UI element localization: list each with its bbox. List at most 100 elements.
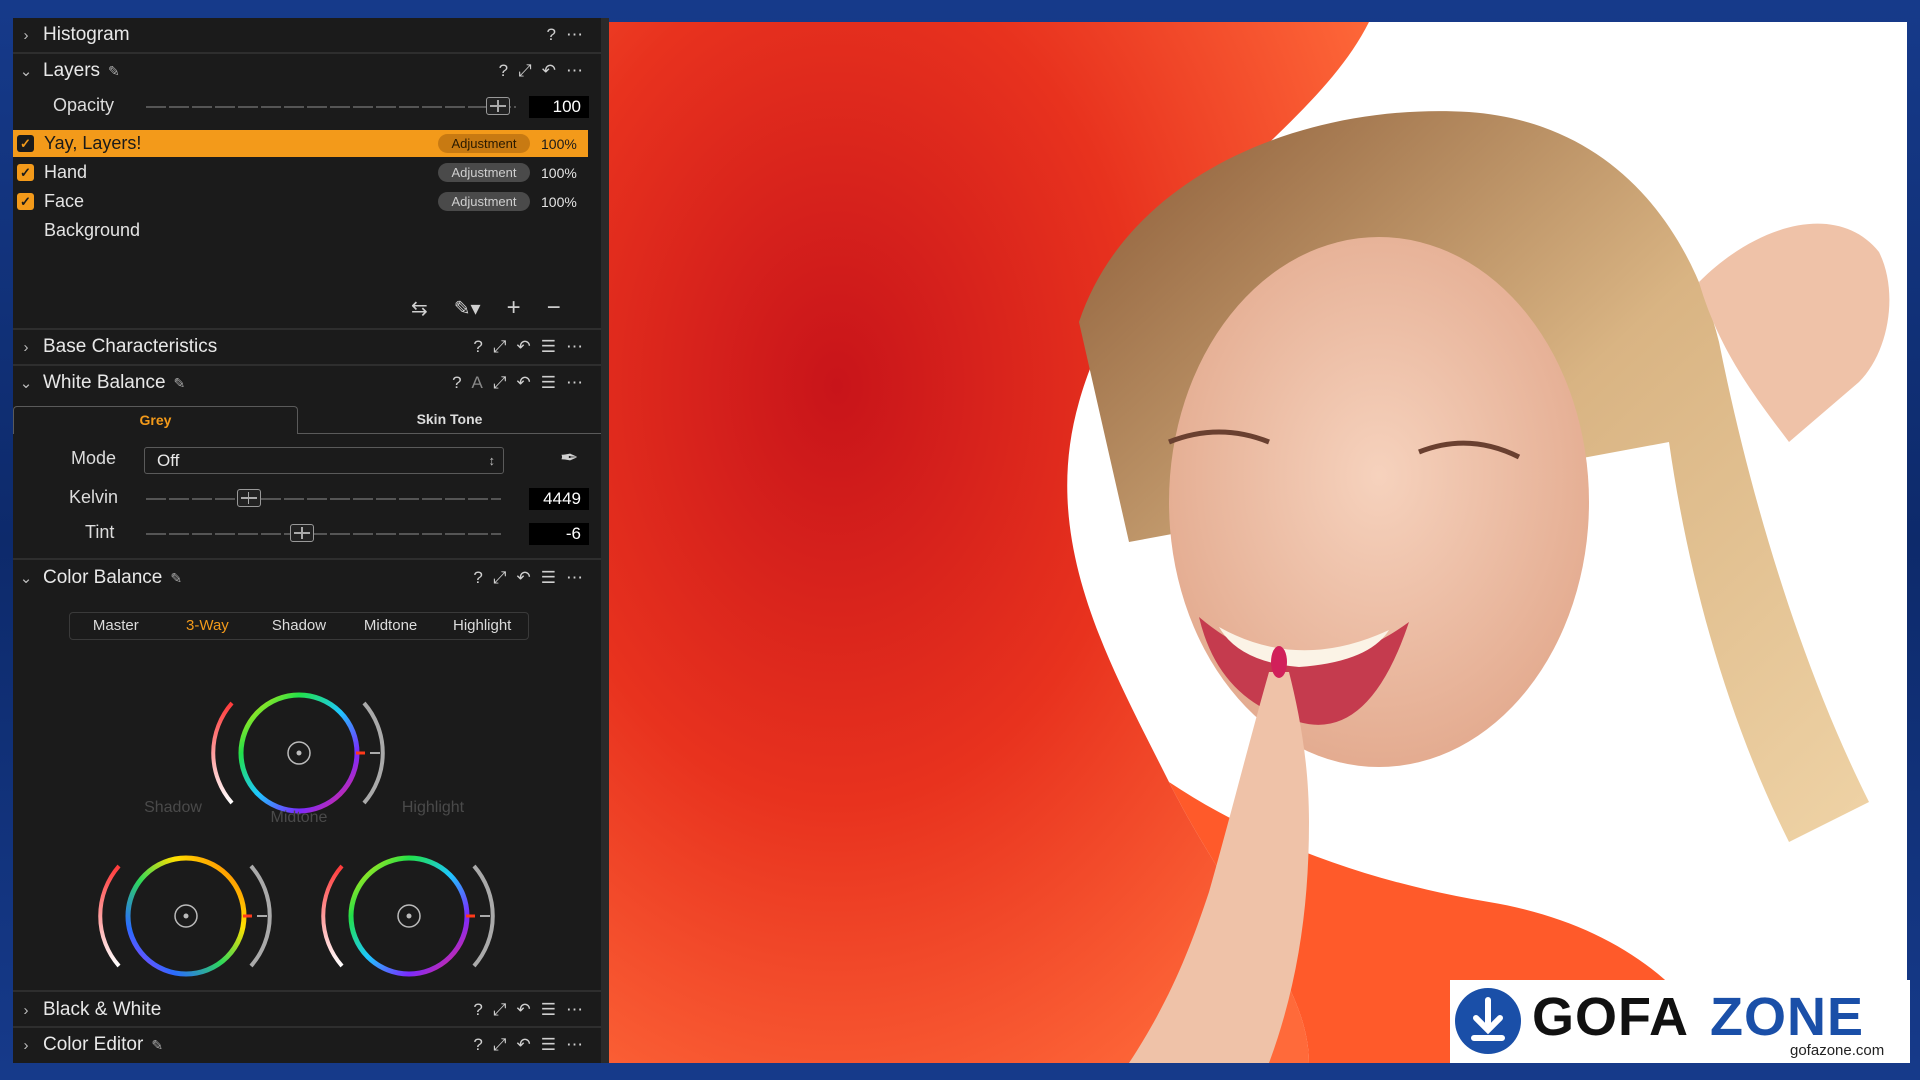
list-icon[interactable]: ☰ (541, 568, 556, 588)
base-characteristics-header[interactable]: › Base Characteristics ? ⤢ ↶ ☰ ⋯ (13, 330, 601, 364)
more-icon[interactable]: ⋯ (566, 61, 583, 81)
black-white-title: Black & White (43, 999, 162, 1020)
checkbox-icon[interactable]: ✓ (17, 164, 34, 181)
layer-name: Background (44, 220, 141, 240)
white-balance-tabs: Grey Skin Tone (13, 406, 601, 434)
base-characteristics-title: Base Characteristics (43, 336, 218, 357)
black-white-header[interactable]: › Black & White ? ⤢ ↶ ☰ ⋯ (13, 993, 601, 1027)
layers-header[interactable]: ⌄ Layers ✎ ? ⤢ ↶ ⋯ (13, 54, 601, 88)
layer-row-hand[interactable]: ✓ Hand Adjustment 100% (13, 159, 588, 186)
kelvin-value[interactable]: 4449 (529, 488, 589, 510)
checkbox-icon[interactable]: ✓ (17, 193, 34, 210)
panel-scrollbar[interactable] (601, 18, 609, 1063)
remove-layer-icon[interactable]: − (547, 294, 561, 322)
chevron-down-icon[interactable]: ⌄ (15, 374, 37, 392)
reset-icon[interactable]: ↶ (517, 337, 531, 357)
divider (13, 990, 601, 992)
layers-title: Layers (43, 60, 101, 81)
tab-skin-tone[interactable]: Skin Tone (298, 406, 601, 434)
expand-icon[interactable]: ⤢ (518, 61, 532, 81)
list-icon[interactable]: ☰ (541, 1035, 556, 1055)
help-icon[interactable]: ? (547, 25, 556, 45)
white-balance-header[interactable]: ⌄ White Balance ✎ ? A ⤢ ↶ ☰ ⋯ (13, 366, 601, 400)
adjustments-panel: › Histogram ? ⋯ ⌄ Layers ✎ ? ⤢ ↶ ⋯ Opaci… (13, 18, 601, 1063)
chevron-right-icon[interactable]: › (15, 27, 37, 44)
tab-3-way[interactable]: 3-Way (162, 613, 254, 639)
layer-row-yay-layers[interactable]: ✓ Yay, Layers! Adjustment 100% (13, 130, 588, 157)
opacity-value[interactable]: 100 (529, 96, 589, 118)
tab-midtone[interactable]: Midtone (345, 613, 437, 639)
layer-row-background[interactable]: Background (13, 217, 588, 244)
eyedropper-icon[interactable]: ✒ (560, 445, 578, 471)
reset-icon[interactable]: ↶ (517, 568, 531, 588)
tint-slider-thumb[interactable] (290, 524, 315, 542)
list-icon[interactable]: ☰ (541, 1000, 556, 1020)
tint-value[interactable]: -6 (529, 523, 589, 545)
chevron-right-icon[interactable]: › (15, 1002, 37, 1019)
chevron-down-icon[interactable]: ⌄ (15, 569, 37, 587)
swap-layers-icon[interactable]: ⇆ (411, 296, 428, 321)
expand-icon[interactable]: ⤢ (493, 568, 507, 588)
add-layer-icon[interactable]: + (507, 294, 521, 322)
expand-icon[interactable]: ⤢ (493, 1035, 507, 1055)
opacity-label: Opacity (53, 95, 115, 115)
tab-highlight[interactable]: Highlight (436, 613, 528, 639)
watermark-text-zone: ZONE (1710, 987, 1865, 1047)
expand-icon[interactable]: ⤢ (493, 373, 507, 393)
histogram-header[interactable]: › Histogram ? ⋯ (13, 18, 601, 52)
reset-icon[interactable]: ↶ (542, 61, 556, 81)
reset-icon[interactable]: ↶ (517, 1000, 531, 1020)
more-icon[interactable]: ⋯ (566, 373, 583, 393)
midtone-wheel-label: Midtone (270, 809, 328, 826)
watermark-site: gofazone.com (1790, 1042, 1885, 1059)
reset-icon[interactable]: ↶ (517, 1035, 531, 1055)
help-icon[interactable]: ? (473, 1000, 482, 1020)
tab-shadow[interactable]: Shadow (253, 613, 345, 639)
more-icon[interactable]: ⋯ (566, 1035, 583, 1055)
layer-name: Face (44, 191, 85, 211)
reset-icon[interactable]: ↶ (517, 373, 531, 393)
auto-icon[interactable]: A (472, 373, 483, 393)
color-balance-mode-tabs: Master 3-Way Shadow Midtone Highlight (69, 612, 529, 640)
chevron-down-icon[interactable]: ⌄ (15, 62, 37, 80)
tab-grey[interactable]: Grey (13, 406, 298, 434)
expand-icon[interactable]: ⤢ (493, 337, 507, 357)
more-icon[interactable]: ⋯ (566, 25, 583, 45)
checkbox-icon[interactable]: ✓ (17, 135, 34, 152)
help-icon[interactable]: ? (473, 1035, 482, 1055)
brush-dropdown-icon[interactable]: ✎▾ (454, 296, 481, 321)
tab-master[interactable]: Master (70, 613, 162, 639)
photo-viewer[interactable] (609, 22, 1907, 1063)
kelvin-slider[interactable] (146, 498, 501, 500)
help-icon[interactable]: ? (473, 568, 482, 588)
kelvin-slider-thumb[interactable] (236, 489, 261, 507)
opacity-slider-thumb[interactable] (486, 97, 510, 115)
mode-select-value: Off (157, 451, 180, 470)
list-icon[interactable]: ☰ (541, 373, 556, 393)
list-icon[interactable]: ☰ (541, 337, 556, 357)
layer-type-badge: Adjustment (438, 134, 530, 153)
more-icon[interactable]: ⋯ (566, 568, 583, 588)
layer-row-face[interactable]: ✓ Face Adjustment 100% (13, 188, 588, 215)
highlight-wheel[interactable] (321, 855, 495, 977)
more-icon[interactable]: ⋯ (566, 337, 583, 357)
help-icon[interactable]: ? (499, 61, 508, 81)
color-editor-header[interactable]: › Color Editor ✎ ? ⤢ ↶ ☰ ⋯ (13, 1028, 601, 1062)
chevron-right-icon[interactable]: › (15, 339, 37, 356)
opacity-slider[interactable] (146, 106, 516, 108)
color-balance-header[interactable]: ⌄ Color Balance ✎ ? ⤢ ↶ ☰ ⋯ (13, 561, 601, 595)
help-icon[interactable]: ? (452, 373, 461, 393)
tint-slider[interactable] (146, 533, 501, 535)
more-icon[interactable]: ⋯ (566, 1000, 583, 1020)
color-editor-title: Color Editor (43, 1034, 144, 1055)
layer-opacity: 100% (541, 135, 577, 152)
layer-name: Yay, Layers! (44, 133, 142, 153)
histogram-title: Histogram (43, 24, 130, 45)
mode-select[interactable]: Off ↕ (144, 447, 504, 474)
shadow-wheel[interactable] (98, 855, 272, 977)
portrait-photo (609, 22, 1907, 1063)
expand-icon[interactable]: ⤢ (493, 1000, 507, 1020)
help-icon[interactable]: ? (473, 337, 482, 357)
midtone-wheel[interactable] (211, 692, 385, 814)
chevron-right-icon[interactable]: › (15, 1037, 37, 1054)
